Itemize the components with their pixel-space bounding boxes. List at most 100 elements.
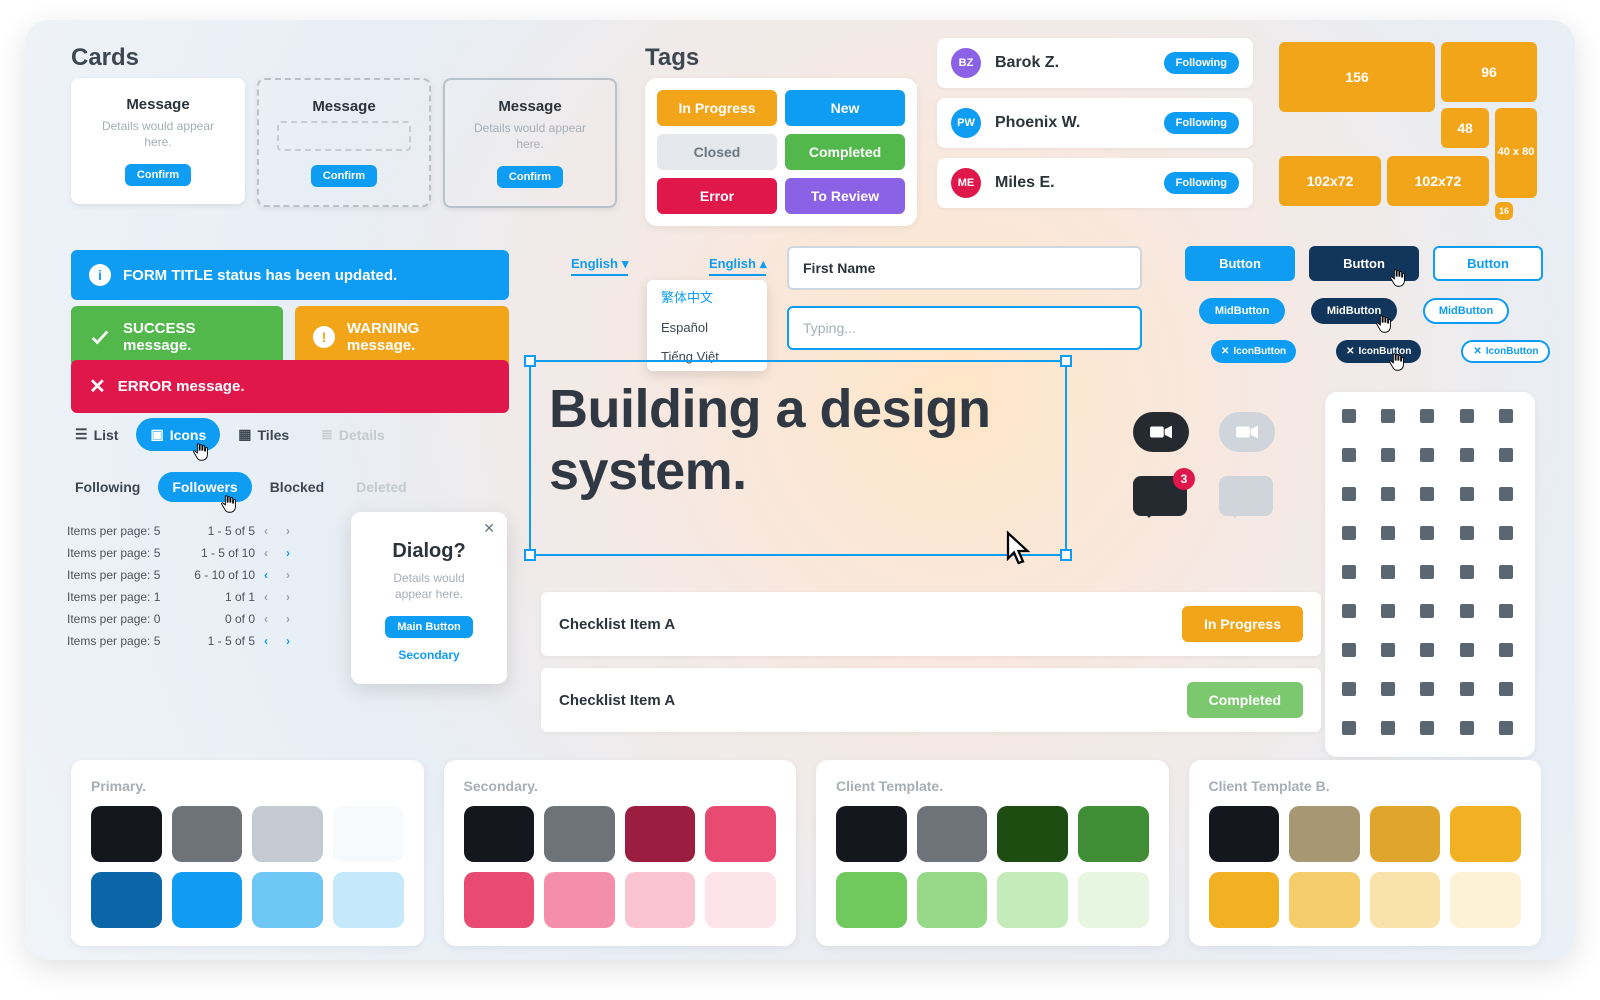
tab-followers[interactable]: Followers bbox=[158, 472, 251, 502]
first-name-input[interactable]: First Name bbox=[787, 246, 1142, 290]
color-swatch[interactable] bbox=[917, 806, 988, 862]
color-swatch[interactable] bbox=[1289, 806, 1360, 862]
flow-icon[interactable] bbox=[1496, 640, 1516, 660]
bookmark-icon[interactable] bbox=[1496, 562, 1516, 582]
gift-icon[interactable] bbox=[1378, 562, 1398, 582]
grid2-icon[interactable] bbox=[1496, 601, 1516, 621]
play-icon[interactable] bbox=[1339, 523, 1359, 543]
pager-prev[interactable]: ‹ bbox=[255, 590, 277, 604]
tag-to-review[interactable]: To Review bbox=[785, 178, 905, 214]
confirm-button[interactable]: Confirm bbox=[311, 165, 377, 187]
shirt-icon[interactable] bbox=[1496, 445, 1516, 465]
layers-icon[interactable] bbox=[1378, 601, 1398, 621]
pager-next[interactable]: › bbox=[277, 524, 299, 538]
seg-tiles[interactable]: ▦Tiles bbox=[224, 418, 303, 451]
following-button[interactable]: Following bbox=[1164, 172, 1239, 194]
tag-in-progress[interactable]: In Progress bbox=[657, 90, 777, 126]
resize-handle-nw[interactable] bbox=[524, 355, 536, 367]
color-swatch[interactable] bbox=[625, 806, 696, 862]
color-swatch[interactable] bbox=[997, 806, 1068, 862]
chat-icon-light[interactable] bbox=[1219, 476, 1273, 516]
close-icon[interactable]: ✕ bbox=[483, 520, 495, 537]
dialog-main-button[interactable]: Main Button bbox=[385, 616, 473, 638]
button-primary[interactable]: Button bbox=[1185, 246, 1295, 281]
copy-icon[interactable] bbox=[1339, 640, 1359, 660]
tab-following[interactable]: Following bbox=[61, 472, 154, 502]
midbutton-primary[interactable]: MidButton bbox=[1199, 298, 1285, 324]
color-swatch[interactable] bbox=[1289, 872, 1360, 928]
color-swatch[interactable] bbox=[997, 872, 1068, 928]
following-button[interactable]: Following bbox=[1164, 52, 1239, 74]
comment-icon[interactable] bbox=[1378, 445, 1398, 465]
tag-error[interactable]: Error bbox=[657, 178, 777, 214]
typing-input[interactable]: Typing... bbox=[787, 306, 1142, 350]
language-option[interactable]: Español bbox=[647, 313, 767, 342]
color-swatch[interactable] bbox=[1078, 872, 1149, 928]
bolt-icon[interactable] bbox=[1378, 679, 1398, 699]
pager-next[interactable]: › bbox=[277, 568, 299, 582]
language-select-closed[interactable]: English▾ bbox=[571, 255, 628, 276]
color-swatch[interactable] bbox=[544, 872, 615, 928]
color-swatch[interactable] bbox=[836, 806, 907, 862]
color-swatch[interactable] bbox=[252, 806, 323, 862]
note-icon[interactable] bbox=[1339, 601, 1359, 621]
seg-icons[interactable]: ▣Icons bbox=[136, 418, 220, 451]
color-swatch[interactable] bbox=[464, 872, 535, 928]
expand-icon[interactable] bbox=[1339, 679, 1359, 699]
pager-prev[interactable]: ‹ bbox=[255, 612, 277, 626]
image-icon[interactable] bbox=[1378, 718, 1398, 738]
color-swatch[interactable] bbox=[252, 872, 323, 928]
tag-new[interactable]: New bbox=[785, 90, 905, 126]
chat-icon[interactable] bbox=[1339, 445, 1359, 465]
color-swatch[interactable] bbox=[91, 872, 162, 928]
dialog-secondary-link[interactable]: Secondary bbox=[373, 648, 485, 662]
button-outline[interactable]: Button bbox=[1433, 246, 1543, 281]
iconbutton-outline[interactable]: ✕IconButton bbox=[1461, 340, 1550, 363]
target-icon[interactable] bbox=[1378, 523, 1398, 543]
resize-handle-ne[interactable] bbox=[1060, 355, 1072, 367]
pager-prev[interactable]: ‹ bbox=[255, 546, 277, 560]
tag-icon[interactable] bbox=[1417, 601, 1437, 621]
qr-icon[interactable] bbox=[1457, 406, 1477, 426]
box-icon[interactable] bbox=[1339, 562, 1359, 582]
color-swatch[interactable] bbox=[333, 872, 404, 928]
color-swatch[interactable] bbox=[1078, 806, 1149, 862]
pager-prev[interactable]: ‹ bbox=[255, 634, 277, 648]
status-tag-completed[interactable]: Completed bbox=[1187, 682, 1303, 718]
bulb-icon[interactable] bbox=[1457, 445, 1477, 465]
following-button[interactable]: Following bbox=[1164, 112, 1239, 134]
tag-closed[interactable]: Closed bbox=[657, 134, 777, 170]
search-icon[interactable] bbox=[1417, 406, 1437, 426]
calendar-icon[interactable] bbox=[1378, 640, 1398, 660]
lines-icon[interactable] bbox=[1417, 445, 1437, 465]
people-icon[interactable] bbox=[1417, 523, 1437, 543]
pager-prev[interactable]: ‹ bbox=[255, 568, 277, 582]
pager-next[interactable]: › bbox=[277, 612, 299, 626]
color-swatch[interactable] bbox=[1209, 806, 1280, 862]
iconbutton-primary[interactable]: ✕IconButton bbox=[1211, 340, 1296, 363]
pager-next[interactable]: › bbox=[277, 590, 299, 604]
tag-completed[interactable]: Completed bbox=[785, 134, 905, 170]
resize-handle-sw[interactable] bbox=[524, 549, 536, 561]
language-select-open[interactable]: English▴ bbox=[709, 255, 766, 276]
video-icon-light[interactable] bbox=[1219, 412, 1275, 452]
confirm-button[interactable]: Confirm bbox=[497, 166, 563, 188]
color-swatch[interactable] bbox=[1209, 872, 1280, 928]
house-icon[interactable] bbox=[1457, 718, 1477, 738]
scale-icon[interactable] bbox=[1496, 484, 1516, 504]
language-option[interactable]: 繁体中文 bbox=[647, 280, 767, 313]
pager-prev[interactable]: ‹ bbox=[255, 524, 277, 538]
color-swatch[interactable] bbox=[91, 806, 162, 862]
balance-icon[interactable] bbox=[1457, 484, 1477, 504]
cart-icon[interactable] bbox=[1457, 523, 1477, 543]
status-tag-in-progress[interactable]: In Progress bbox=[1182, 606, 1303, 642]
users2-icon[interactable] bbox=[1417, 679, 1437, 699]
color-swatch[interactable] bbox=[625, 872, 696, 928]
color-swatch[interactable] bbox=[705, 806, 776, 862]
color-swatch[interactable] bbox=[1450, 872, 1521, 928]
color-swatch[interactable] bbox=[917, 872, 988, 928]
clipboard-icon[interactable] bbox=[1339, 484, 1359, 504]
seg-list[interactable]: ☰List bbox=[61, 418, 132, 451]
color-swatch[interactable] bbox=[1450, 806, 1521, 862]
pager-next[interactable]: › bbox=[277, 634, 299, 648]
